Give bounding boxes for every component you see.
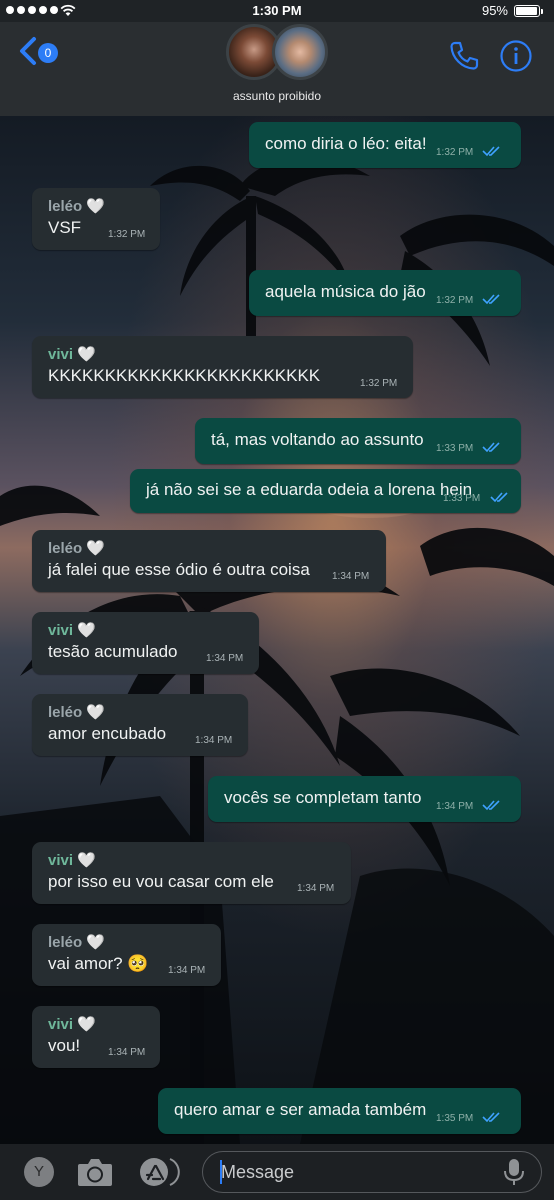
message-text: quero amar e ser amada também [174, 1100, 427, 1119]
app-store-icon[interactable] [138, 1156, 182, 1188]
sender-name: leléo 🤍 [48, 934, 105, 951]
white-heart-emoji: 🤍 [77, 622, 96, 639]
incoming-message[interactable]: vivi 🤍 vou! 1:34 PM [32, 1006, 160, 1068]
outgoing-message[interactable]: tá, mas voltando ao assunto 1:33 PM [195, 418, 521, 464]
incoming-message[interactable]: leléo 🤍 já falei que esse ódio é outra co… [32, 530, 386, 592]
read-receipt-icon [482, 294, 500, 305]
message-text: amor encubado [48, 724, 167, 743]
sender-name: leléo 🤍 [48, 198, 105, 215]
incoming-message[interactable]: leléo 🤍 vai amor? 🥺 1:34 PM [32, 924, 221, 986]
avatar [272, 24, 328, 80]
message-time: 1:34 PM [206, 653, 244, 664]
message-time: 1:33 PM [443, 493, 481, 504]
chevron-left-icon [20, 37, 36, 65]
message-input[interactable] [202, 1151, 542, 1193]
incoming-message[interactable]: vivi 🤍 KKKKKKKKKKKKKKKKKKKKKKKK 1:32 PM [32, 336, 413, 398]
message-text: aquela música do jão [265, 282, 426, 301]
keyboard-app-button[interactable]: Y [24, 1157, 54, 1187]
message-text: como diria o léo: eita! [265, 134, 427, 153]
message-text: vocês se completam tanto [224, 788, 422, 807]
read-receipt-icon [490, 492, 508, 503]
incoming-message[interactable]: leléo 🤍 VSF 1:32 PM [32, 188, 160, 250]
status-bar: 1:30 PM 95% [0, 0, 554, 22]
read-receipt-icon [482, 800, 500, 811]
message-input-bar: Y [0, 1144, 554, 1200]
outgoing-message[interactable]: quero amar e ser amada também 1:35 PM [158, 1088, 521, 1134]
read-receipt-icon [482, 146, 500, 157]
read-receipt-icon [482, 1112, 500, 1123]
incoming-message[interactable]: vivi 🤍 tesão acumulado 1:34 PM [32, 612, 259, 674]
message-time: 1:34 PM [108, 1047, 146, 1058]
message-time: 1:32 PM [108, 229, 146, 240]
message-time: 1:34 PM [168, 965, 206, 976]
message-text: tesão acumulado [48, 642, 178, 661]
message-text: VSF [48, 218, 82, 237]
white-heart-emoji: 🤍 [77, 346, 96, 363]
message-time: 1:32 PM [436, 295, 474, 306]
sender-name: leléo 🤍 [48, 540, 105, 557]
sender-name: vivi 🤍 [48, 622, 96, 639]
outgoing-message[interactable]: como diria o léo: eita! 1:32 PM [249, 122, 521, 168]
incoming-message[interactable]: vivi 🤍 por isso eu vou casar com ele 1:34… [32, 842, 351, 904]
white-heart-emoji: 🤍 [86, 704, 105, 721]
outgoing-message[interactable]: vocês se completam tanto 1:34 PM [208, 776, 521, 822]
message-time: 1:34 PM [297, 883, 335, 894]
outgoing-message[interactable]: já não sei se a eduarda odeia a lorena h… [130, 469, 521, 513]
read-receipt-icon [482, 442, 500, 453]
sender-name: vivi 🤍 [48, 1016, 96, 1033]
message-time: 1:35 PM [436, 1113, 474, 1124]
microphone-icon[interactable] [500, 1157, 528, 1187]
incoming-message[interactable]: leléo 🤍 amor encubado 1:34 PM [32, 694, 248, 756]
message-text: tá, mas voltando ao assunto [211, 430, 424, 449]
unread-badge: 0 [38, 43, 58, 63]
message-time: 1:33 PM [436, 443, 474, 454]
battery-icon [514, 5, 543, 17]
message-text: por isso eu vou casar com ele [48, 872, 274, 891]
message-text: já não sei se a eduarda odeia a lorena h… [146, 480, 473, 499]
chat-header: 0 assunto proibido [0, 22, 554, 116]
battery-percentage: 95% [481, 3, 508, 18]
info-icon[interactable] [498, 38, 534, 74]
message-time: 1:34 PM [195, 735, 233, 746]
sender-name: vivi 🤍 [48, 852, 96, 869]
message-text: já falei que esse ódio é outra coisa [48, 560, 310, 579]
group-avatars[interactable] [226, 24, 330, 82]
outgoing-message[interactable]: aquela música do jão 1:32 PM [249, 270, 521, 316]
message-time: 1:32 PM [436, 147, 474, 158]
white-heart-emoji: 🤍 [86, 540, 105, 557]
message-time: 1:34 PM [436, 801, 474, 812]
status-time: 1:30 PM [252, 3, 302, 18]
group-name[interactable]: assunto proibido [0, 89, 554, 103]
message-text: KKKKKKKKKKKKKKKKKKKKKKKK [48, 366, 321, 385]
message-text: vai amor? 🥺 [48, 954, 149, 973]
text-cursor [220, 1160, 222, 1184]
sender-name: vivi 🤍 [48, 346, 96, 363]
phone-icon[interactable] [446, 38, 482, 74]
white-heart-emoji: 🤍 [86, 934, 105, 951]
message-time: 1:34 PM [332, 571, 370, 582]
message-time: 1:32 PM [360, 378, 398, 389]
white-heart-emoji: 🤍 [77, 1016, 96, 1033]
sender-name: leléo 🤍 [48, 704, 105, 721]
back-button[interactable]: 0 [18, 36, 68, 70]
white-heart-emoji: 🤍 [86, 198, 105, 215]
message-text: vou! [48, 1036, 81, 1055]
camera-icon[interactable] [76, 1156, 114, 1188]
white-heart-emoji: 🤍 [77, 852, 96, 869]
